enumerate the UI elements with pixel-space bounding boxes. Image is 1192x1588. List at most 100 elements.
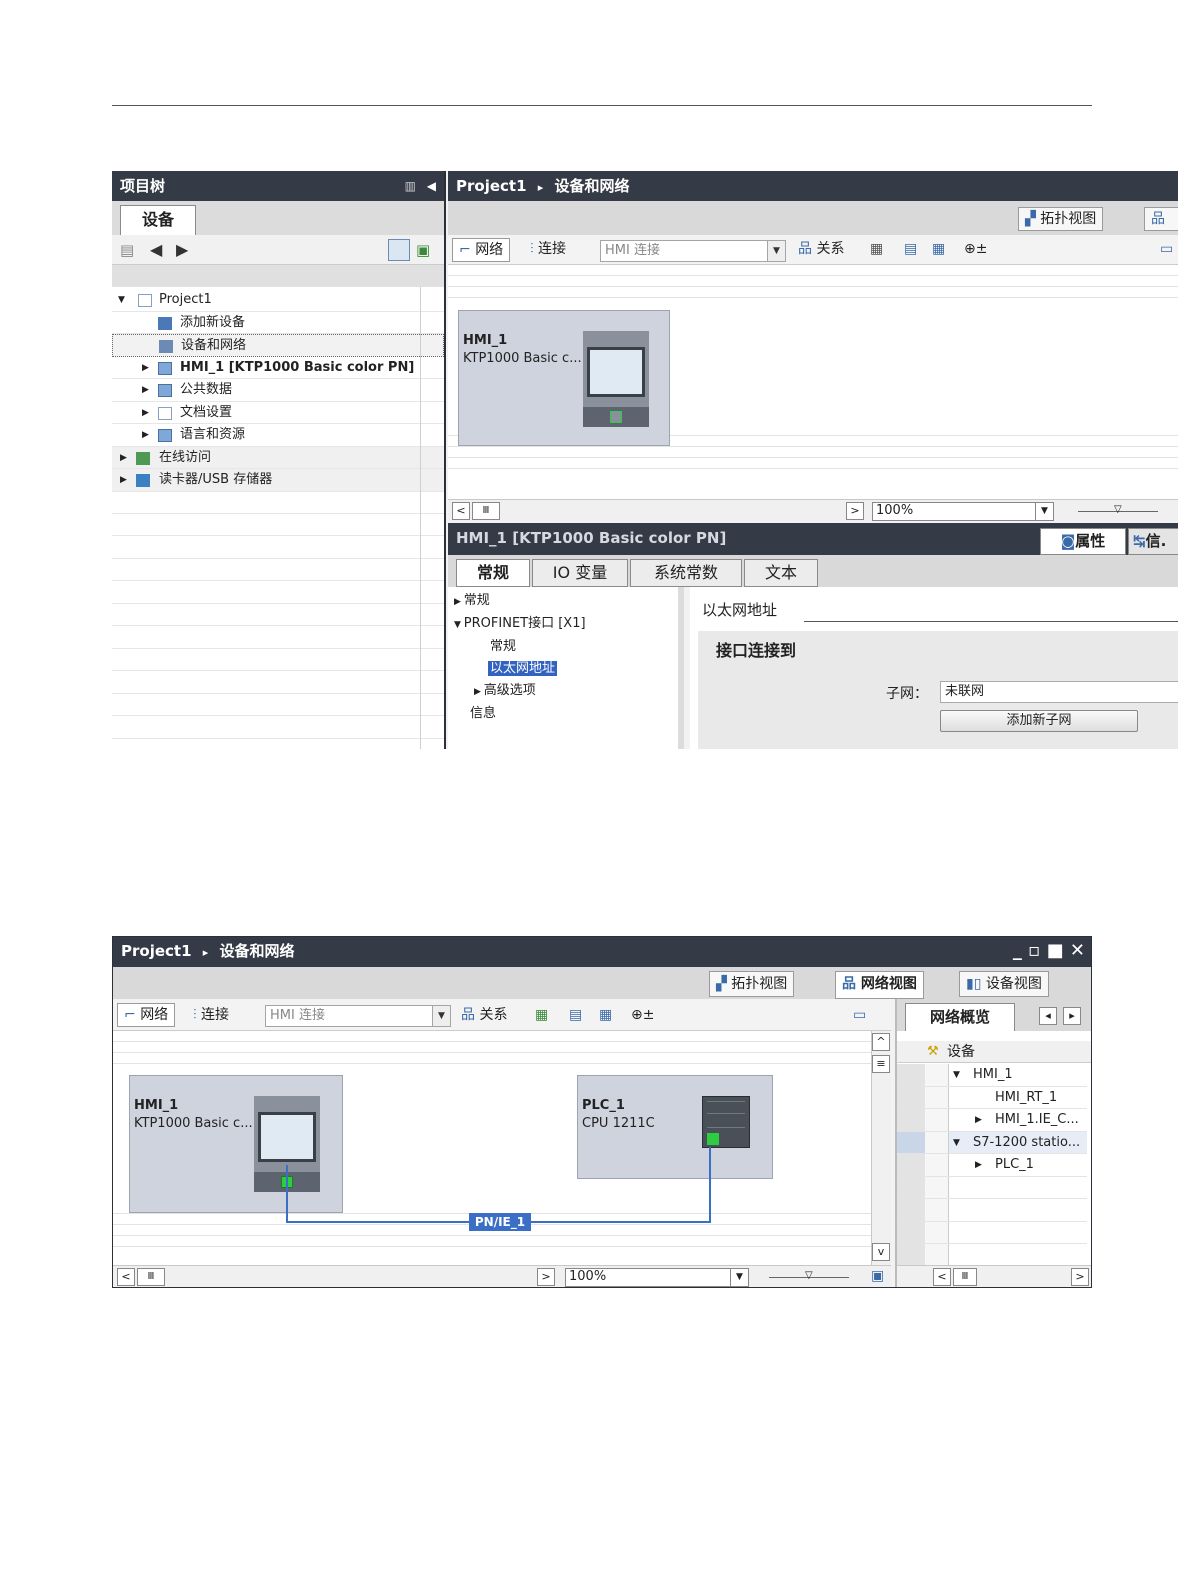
add-subnet-button[interactable]: 添加新子网 (940, 710, 1138, 732)
tree-item-card-reader[interactable]: ▶ 读卡器/USB 存储器 (112, 469, 444, 492)
breadcrumb-project[interactable]: Project1 (121, 942, 192, 960)
overview-row[interactable]: ▼ HMI_1 (897, 1064, 1087, 1087)
breadcrumb-project[interactable]: Project1 (456, 177, 527, 195)
nav-sub-general[interactable]: 常规 (490, 637, 516, 657)
dropdown-arrow-icon[interactable]: ▼ (1035, 503, 1053, 520)
overview-row[interactable]: ▶ HMI_1.IE_C... (897, 1109, 1087, 1132)
scroll-left-icon[interactable]: < (117, 1268, 135, 1286)
zoom-select[interactable]: 100% ▼ (565, 1268, 749, 1287)
overview-toggle-icon[interactable]: ▭ (853, 1001, 866, 1029)
nav-info[interactable]: 信息 (470, 704, 496, 724)
export-icon[interactable]: ▣ (416, 241, 430, 259)
tree-item-add-device[interactable]: 添加新设备 (112, 312, 444, 334)
assign-icon[interactable]: ▤ (569, 1001, 582, 1029)
connection-type-select[interactable]: HMI 连接 ▼ (600, 240, 786, 262)
device-plc-1[interactable]: PLC_1 CPU 1211C (577, 1075, 773, 1179)
expand-right-icon[interactable]: ▶ (975, 1109, 982, 1131)
tree-item-devices-networks[interactable]: 设备和网络 (112, 334, 444, 357)
overview-toggle-icon[interactable]: ▭ (1160, 235, 1173, 263)
panel-pin-icon[interactable]: ▥ (405, 171, 416, 201)
expand-right-icon[interactable]: ▶ (142, 424, 149, 446)
tab-network-view[interactable]: 品 网络视图 (835, 971, 924, 999)
forward-icon[interactable]: ▶ (176, 240, 188, 259)
scroll-right-icon[interactable]: > (846, 502, 864, 520)
overview-row[interactable]: ▶ PLC_1 (897, 1154, 1087, 1177)
tree-item-common-data[interactable]: ▶ 公共数据 (112, 379, 444, 402)
expand-right-icon[interactable]: ▶ (120, 447, 127, 469)
scroll-thumb[interactable]: Ⅲ (472, 502, 500, 520)
expand-down-icon[interactable]: ▼ (118, 289, 125, 311)
nav-advanced[interactable]: ▶ 高级选项 (474, 681, 536, 702)
tab-info[interactable]: ↹信. (1128, 528, 1178, 555)
tab-topology-view[interactable]: ▞ 拓扑视图 (1018, 207, 1104, 231)
zoom-select[interactable]: 100% ▼ (872, 502, 1054, 521)
scroll-thumb[interactable]: Ⅲ (953, 1268, 977, 1286)
collapse-left-icon[interactable]: ◀ (427, 171, 436, 201)
scroll-thumb[interactable]: Ⅲ (137, 1268, 165, 1286)
nav-profinet[interactable]: ▼ PROFINET接口 [X1] (454, 614, 586, 635)
tab-next-icon[interactable]: ▸ (1063, 1007, 1081, 1025)
name-icon[interactable]: ▦ (870, 235, 883, 263)
nav-general[interactable]: ▶ 常规 (454, 591, 490, 612)
relation-button[interactable]: 品 关系 (461, 1001, 507, 1029)
grid-icon[interactable]: ▦ (932, 235, 945, 263)
tab-topology-view[interactable]: ▞ 拓扑视图 (709, 971, 795, 997)
network-mode-button[interactable]: ⌐ 网络 (452, 238, 511, 262)
dropdown-arrow-icon[interactable]: ▼ (730, 1269, 748, 1286)
tab-network-overview[interactable]: 网络概览 (905, 1003, 1015, 1031)
network-label[interactable]: PN/IE_1 (469, 1213, 531, 1231)
tab-prev-icon[interactable]: ◂ (1039, 1007, 1057, 1025)
scroll-thumb[interactable]: ≡ (872, 1055, 890, 1073)
tab-network-view[interactable]: 品 (1144, 207, 1178, 231)
ethernet-port[interactable] (707, 1133, 719, 1145)
window-controls[interactable]: _ ▫ ■ ✕ (1013, 937, 1085, 965)
tree-item-hmi[interactable]: ▶ HMI_1 [KTP1000 Basic color PN] (112, 357, 444, 379)
device-hmi-1[interactable]: HMI_1 KTP1000 Basic c... (129, 1075, 343, 1213)
assign-icon[interactable]: ▤ (904, 235, 917, 263)
tree-item-project[interactable]: ▼ Project1 (112, 289, 444, 312)
scroll-left-icon[interactable]: < (452, 502, 470, 520)
relation-button[interactable]: 品 关系 (798, 235, 844, 263)
overview-row[interactable]: HMI_RT_1 (897, 1086, 1087, 1109)
expand-right-icon[interactable]: ▶ (975, 1154, 982, 1176)
expand-right-icon[interactable]: ▶ (142, 379, 149, 401)
scroll-left-icon[interactable]: < (933, 1268, 951, 1286)
new-item-icon[interactable]: ▤ (120, 241, 134, 259)
tab-properties[interactable]: ◙属性 (1040, 528, 1126, 555)
zoom-slider-thumb[interactable]: ▽ (805, 1270, 813, 1281)
subnet-field[interactable]: 未联网 (940, 681, 1178, 703)
nav-ethernet-address[interactable]: 以太网地址 (488, 659, 558, 679)
ptab-io-tags[interactable]: IO 变量 (532, 559, 628, 587)
zoom-icon[interactable]: ⊕± (964, 235, 987, 263)
ptab-system-constants[interactable]: 系统常数 (630, 559, 742, 587)
expand-right-icon[interactable]: ▶ (142, 357, 149, 379)
connection-type-select[interactable]: HMI 连接 ▼ (265, 1005, 451, 1027)
overview-row[interactable]: ▼ S7-1200 statio... (897, 1131, 1087, 1154)
dropdown-arrow-icon[interactable]: ▼ (767, 241, 785, 261)
expand-right-icon[interactable]: ▶ (120, 469, 127, 491)
expand-right-icon[interactable]: ▶ (142, 402, 149, 424)
scroll-right-icon[interactable]: > (1071, 1268, 1089, 1286)
grid-icon[interactable]: ▦ (599, 1001, 612, 1029)
dropdown-arrow-icon[interactable]: ▼ (432, 1006, 450, 1026)
ptab-texts[interactable]: 文本 (744, 559, 818, 587)
navigator-icon[interactable]: ▣ (871, 1268, 884, 1284)
name-icon[interactable]: ▦ (535, 1001, 548, 1029)
device-hmi-1[interactable]: HMI_1 KTP1000 Basic c... (458, 310, 670, 446)
details-view-icon[interactable] (388, 239, 410, 261)
zoom-slider-thumb[interactable]: ▽ (1114, 504, 1122, 515)
expand-down-icon[interactable]: ▼ (953, 1132, 960, 1154)
tab-devices[interactable]: 设备 (120, 205, 196, 235)
network-canvas[interactable]: HMI_1 KTP1000 Basic c... (448, 265, 1178, 499)
scroll-down-icon[interactable]: v (872, 1243, 890, 1261)
tab-device-view[interactable]: ▮▯ 设备视图 (959, 971, 1049, 997)
breadcrumb-page[interactable]: 设备和网络 (555, 177, 630, 195)
breadcrumb-page[interactable]: 设备和网络 (220, 942, 295, 960)
network-mode-button[interactable]: ⌐ 网络 (117, 1003, 176, 1027)
expand-down-icon[interactable]: ▼ (953, 1064, 960, 1086)
connection-mode-button[interactable]: ⫶ 连接 (530, 235, 566, 263)
back-icon[interactable]: ◀ (150, 240, 162, 259)
ethernet-port[interactable] (610, 411, 622, 423)
zoom-icon[interactable]: ⊕± (631, 1001, 654, 1029)
tree-item-online-access[interactable]: ▶ 在线访问 (112, 446, 444, 469)
